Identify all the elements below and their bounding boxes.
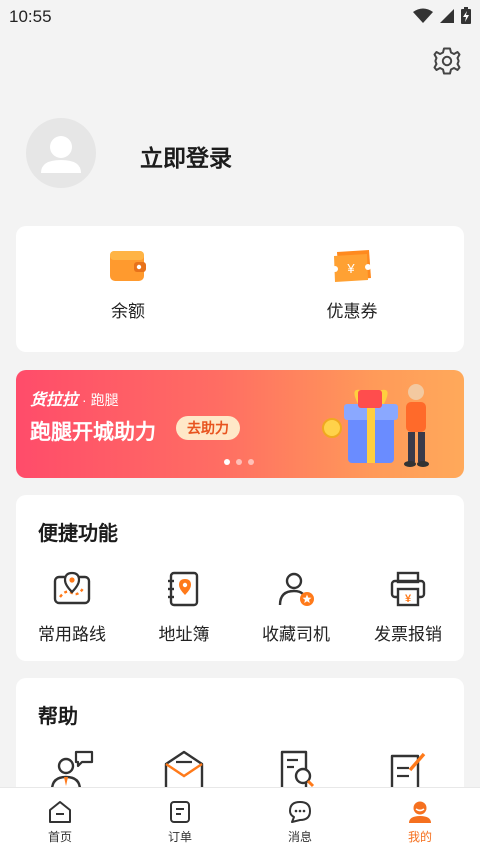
balance-entry[interactable]: 余额: [68, 248, 188, 322]
wifi-icon: [413, 8, 433, 23]
banner-cta-button[interactable]: 去助力: [176, 416, 240, 440]
frequent-routes-entry[interactable]: 常用路线: [16, 571, 128, 645]
banner-brand-sub: · 跑腿: [82, 392, 119, 408]
favorite-driver-icon: [278, 572, 314, 606]
coupon-label: 优惠券: [326, 302, 378, 321]
tab-messages[interactable]: 消息: [240, 788, 360, 854]
home-icon: [49, 801, 71, 823]
bottom-tab-bar: 首页 订单 消息 我的: [0, 787, 480, 854]
frequent-routes-label: 常用路线: [38, 625, 106, 644]
coupon-icon: ¥: [332, 250, 371, 282]
search-doc-icon: [280, 750, 315, 792]
banner-pagination: [224, 459, 254, 465]
feedback-edit-icon: [390, 752, 426, 792]
battery-icon: [461, 7, 471, 24]
balance-label: 余额: [111, 302, 145, 321]
tab-orders-label: 订单: [167, 830, 192, 844]
address-book-entry[interactable]: 地址簿: [128, 571, 240, 645]
customer-service-icon: [50, 750, 94, 791]
order-icon: [170, 801, 190, 823]
invoice-entry[interactable]: ¥ 发票报销: [352, 571, 464, 645]
help-title: 帮助: [38, 706, 78, 728]
invoice-label: 发票报销: [374, 625, 442, 644]
avatar[interactable]: [26, 118, 96, 188]
coupon-symbol: ¥: [346, 261, 355, 276]
coupon-entry[interactable]: ¥ 优惠券: [292, 248, 412, 322]
promo-banner[interactable]: 货拉拉 · 跑腿 跑腿开城助力 去助力: [16, 370, 464, 478]
pagination-dot[interactable]: [224, 459, 230, 465]
gift-box-courier-illustration: [322, 384, 429, 467]
tab-home-label: 首页: [47, 830, 72, 844]
pagination-dot[interactable]: [236, 459, 242, 465]
banner-brand-name: 货拉拉: [30, 392, 79, 409]
banner-brand: 货拉拉 · 跑腿: [30, 386, 119, 410]
status-time: 10:55: [9, 7, 52, 26]
tab-orders[interactable]: 订单: [120, 788, 240, 854]
default-user-icon: [41, 136, 81, 173]
tab-messages-label: 消息: [287, 830, 312, 844]
profile-icon: [409, 801, 431, 823]
tab-mine-label: 我的: [407, 830, 432, 844]
wallet-icon: [110, 251, 146, 281]
message-mail-icon: [164, 750, 204, 792]
signal-icon: [440, 8, 454, 23]
message-icon: [289, 801, 311, 823]
svg-text:¥: ¥: [405, 593, 412, 605]
quick-functions-title: 便捷功能: [38, 523, 118, 545]
tab-mine[interactable]: 我的: [360, 788, 480, 854]
address-book-icon: [168, 571, 199, 607]
settings-gear-icon[interactable]: [432, 46, 462, 76]
wallet-card: 余额 ¥ 优惠券: [16, 226, 464, 352]
address-book-label: 地址簿: [158, 625, 210, 644]
status-icons: [413, 7, 471, 24]
favorite-drivers-entry[interactable]: 收藏司机: [240, 571, 352, 645]
login-button[interactable]: 立即登录: [140, 139, 232, 173]
invoice-icon: ¥: [390, 571, 426, 607]
route-map-icon: [53, 571, 91, 605]
pagination-dot[interactable]: [248, 459, 254, 465]
banner-title: 跑腿开城助力: [30, 421, 156, 444]
favorite-drivers-label: 收藏司机: [262, 625, 330, 644]
tab-home[interactable]: 首页: [0, 788, 120, 854]
quick-functions-card: 便捷功能 常用路线 地址簿 收藏司机 ¥ 发票报销: [16, 495, 464, 661]
status-bar: 10:55: [0, 0, 480, 34]
